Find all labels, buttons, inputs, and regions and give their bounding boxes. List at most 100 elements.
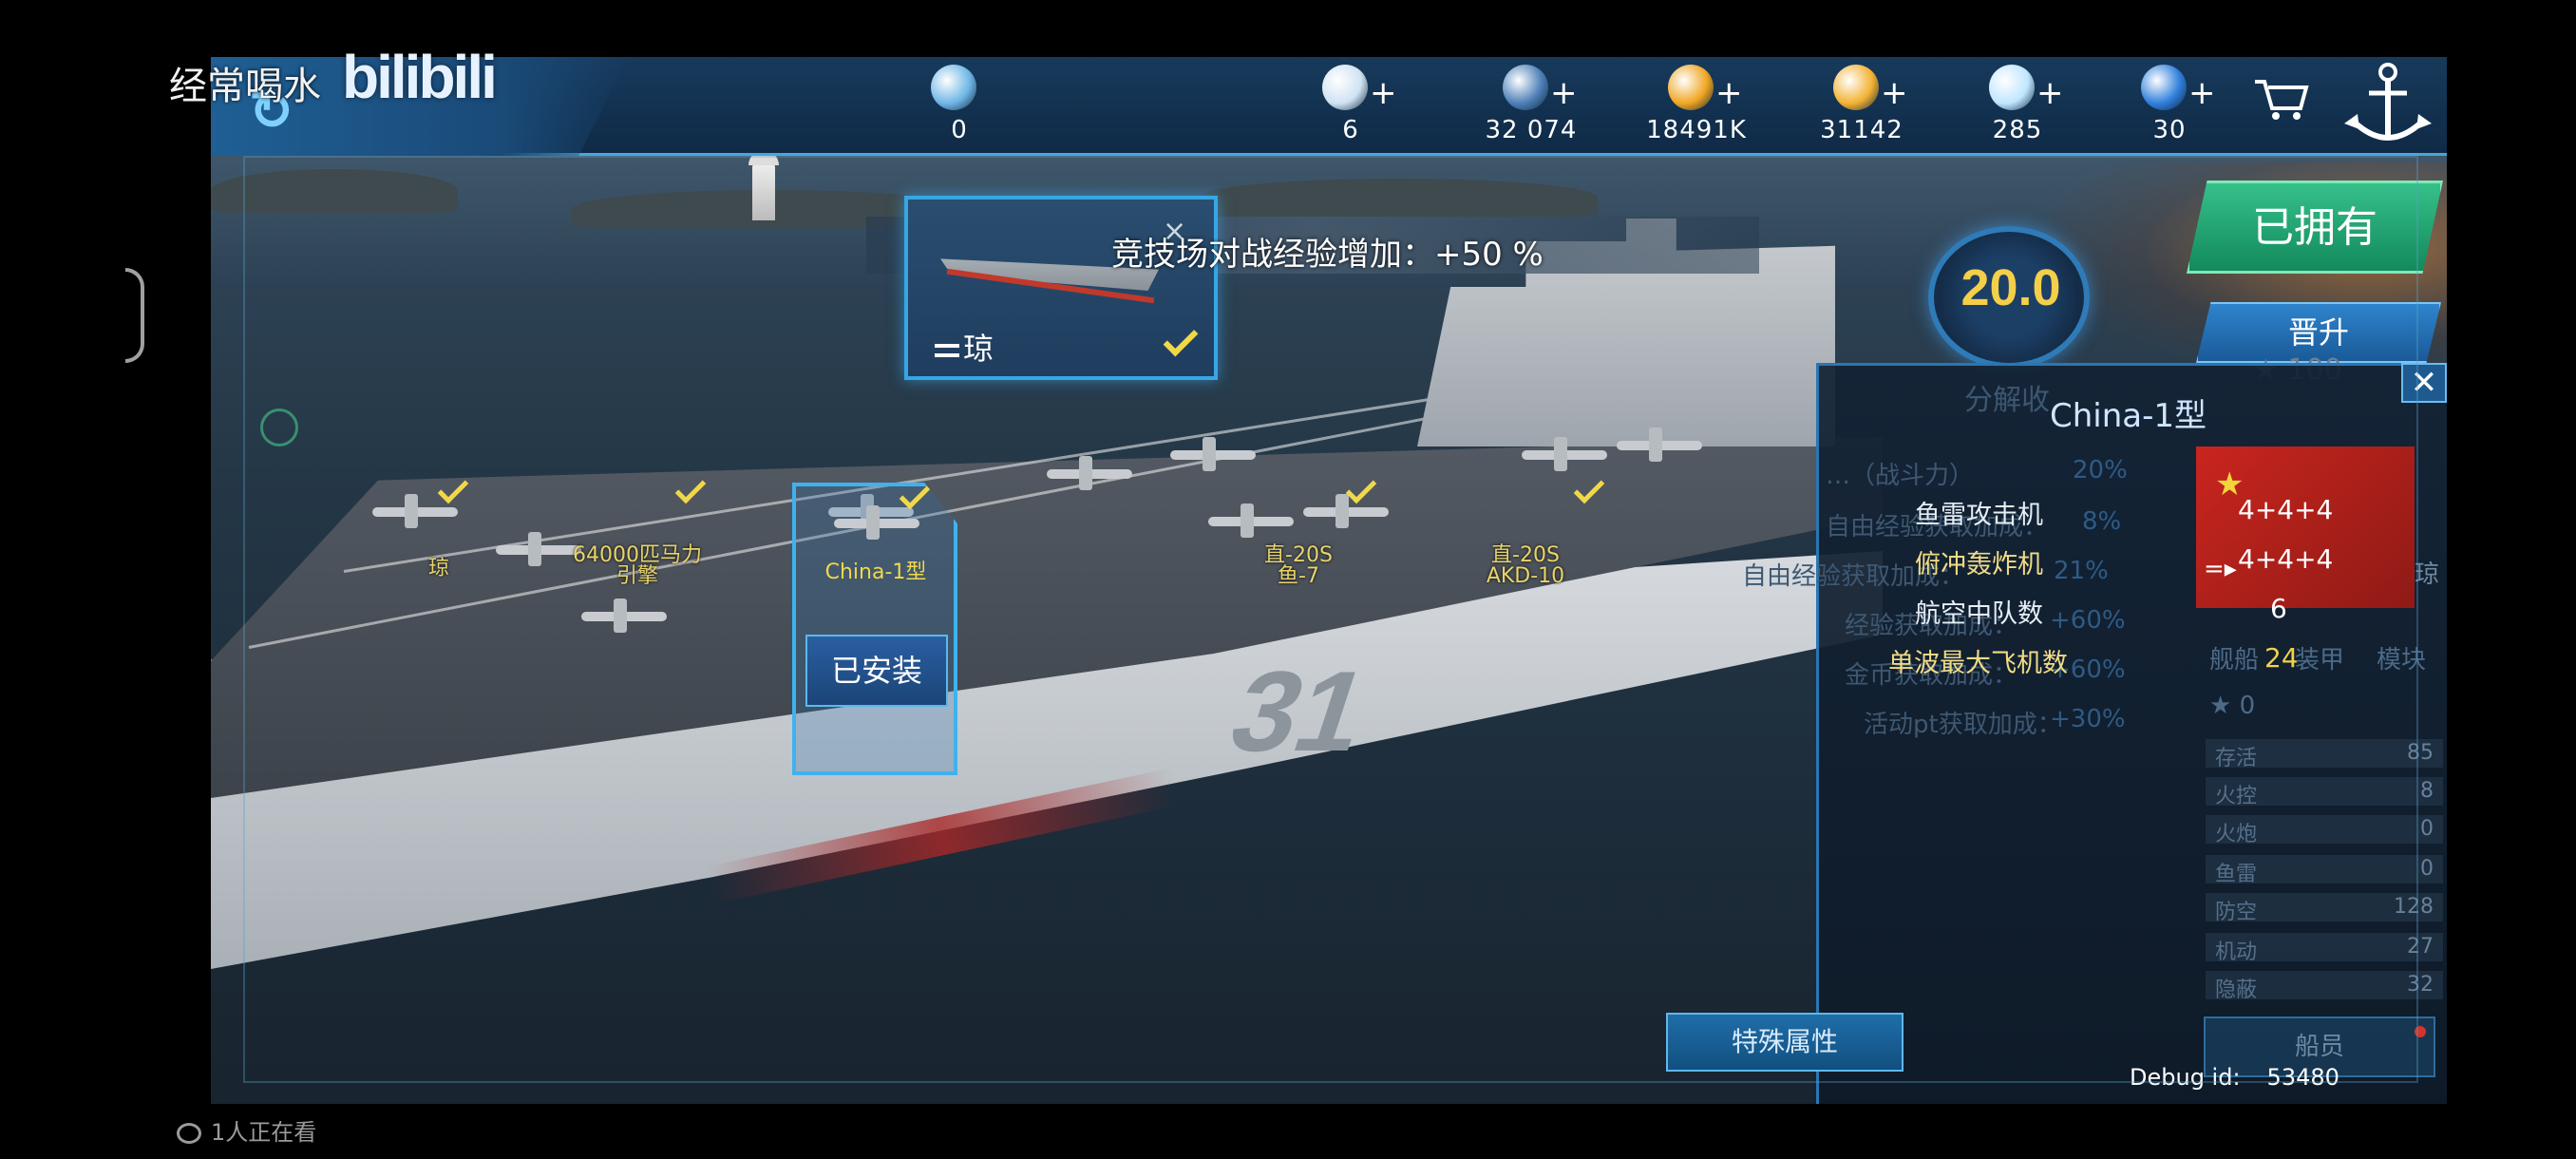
tab-armor[interactable]: 装甲 — [2295, 640, 2344, 675]
panel-background-title: 分解收 — [1964, 384, 2050, 417]
attribute-label-dive-bomber: 俯冲轰炸机 — [1915, 550, 2043, 580]
resource-value: 31142 — [1820, 116, 1904, 144]
attribute-label-squadrons: 航空中队数 — [1915, 599, 2043, 629]
resource-card[interactable]: +32 074 — [1455, 63, 1607, 154]
resource-blue-gem[interactable]: +30 — [2093, 63, 2245, 154]
ghost-attribute-value: 8% — [2082, 507, 2122, 536]
aircraft-icon — [1208, 504, 1294, 538]
resource-rank-badge: 0 — [883, 63, 1035, 154]
ghost-attribute-value: 21% — [2054, 557, 2109, 585]
ghost-attribute-value: 20% — [2073, 456, 2128, 484]
plus-icon[interactable]: + — [1715, 74, 1743, 112]
tab-module[interactable]: 模块 — [2377, 640, 2426, 675]
panel-title: China-1型 — [2050, 397, 2207, 435]
aircraft-icon — [1303, 494, 1389, 528]
attribute-value-squadrons: 6 — [2270, 593, 2287, 624]
installed-button[interactable]: 已安装 — [805, 635, 948, 707]
selected-ship-name-text: 琼 — [963, 331, 994, 367]
stat-label: 防空 — [2215, 901, 2258, 924]
aircraft-icon — [1617, 428, 1702, 462]
ghost-attribute-label: …（战斗力） — [1826, 462, 1975, 490]
card-icon — [1503, 65, 1548, 110]
stat-label: 火控 — [2215, 785, 2258, 808]
deck-label-text: 直-20S AKD-10 — [1486, 543, 1565, 588]
resource-value: 6 — [1342, 116, 1359, 144]
stat-value: 128 — [2394, 895, 2434, 919]
debug-value: 53480 — [2266, 1064, 2339, 1091]
attribute-value-torpedo-bomber: 4+4+4 — [2238, 494, 2334, 525]
background-island — [211, 169, 458, 213]
viewer-count-text: 1人正在看 — [211, 1119, 317, 1146]
deck-label-ship[interactable]: 琼 — [410, 559, 467, 580]
close-icon[interactable]: ✕ — [2401, 363, 2447, 403]
stat-value: 0 — [2420, 817, 2434, 841]
aircraft-icon — [834, 505, 919, 540]
rank-badge-icon — [931, 65, 976, 110]
special-attributes-button[interactable]: 特殊属性 — [1666, 1013, 1904, 1072]
resource-heart[interactable]: +6 — [1275, 63, 1427, 154]
stat-label: 火炮 — [2215, 823, 2258, 846]
selected-ship-name: 琼 — [935, 325, 994, 369]
deck-label-helicopter-1[interactable]: 直-20S 鱼-7 — [1246, 545, 1351, 587]
deck-label-text: 64000匹马力 引擎 — [573, 543, 702, 588]
aircraft-icon — [581, 598, 724, 633]
flag-ship-class-tag: =▸ — [2204, 555, 2237, 583]
aircraft-slot-selected[interactable] — [792, 483, 957, 775]
target-icon[interactable] — [260, 408, 298, 446]
side-drawer-handle[interactable] — [125, 268, 144, 363]
aircraft-icon — [1170, 437, 1256, 471]
viewer-icon — [177, 1123, 201, 1144]
lighthouse — [748, 150, 779, 220]
stat-label: 机动 — [2215, 940, 2258, 964]
plus-icon[interactable]: + — [1550, 74, 1578, 112]
ship-flag: ★ — [2196, 446, 2415, 608]
aircraft-icon — [1047, 456, 1132, 490]
plus-icon[interactable]: + — [1370, 74, 1397, 112]
stat-value: 85 — [2407, 741, 2434, 765]
arena-bonus-text: 竞技场对战经验增加：+50 % — [1111, 236, 1544, 274]
debug-id: Debug id: 53480 — [2130, 1064, 2339, 1091]
resource-diamond[interactable]: +285 — [1941, 63, 2093, 154]
attribute-value-max-aircraft: 24 — [2264, 642, 2299, 674]
plus-icon[interactable]: + — [2188, 74, 2216, 112]
stat-value: 27 — [2407, 935, 2434, 959]
top-resource-bar: ↻ 0 +6 +32 074 +18491K +31142 +285 +30 — [211, 57, 2447, 156]
gold-coin-icon — [1668, 65, 1714, 110]
resource-value: 18491K — [1646, 116, 1747, 144]
resource-star[interactable]: +31142 — [1786, 63, 1938, 154]
flag-ship-name: 琼 — [2415, 560, 2440, 589]
attribute-label-max-aircraft: 单波最大飞机数 — [1888, 649, 2068, 678]
attribute-label-torpedo-bomber: 鱼雷攻击机 — [1915, 501, 2043, 530]
resource-value: 0 — [951, 116, 968, 144]
aircraft-icon — [1522, 437, 1607, 471]
anchor-icon[interactable] — [2339, 57, 2437, 156]
owned-badge: 已拥有 — [2187, 180, 2443, 274]
game-viewport: 31 琼 64000匹马力 引擎 直-20S 鱼-7 直-20S AKD-10 … — [211, 57, 2447, 1104]
ship-class-icon — [935, 344, 959, 357]
plus-icon[interactable]: + — [1881, 74, 1908, 112]
deck-label-engine[interactable]: 64000匹马力 引擎 — [566, 545, 709, 587]
stat-value: 8 — [2420, 779, 2434, 803]
notification-dot — [2415, 1026, 2426, 1037]
ship-level: 20.0 — [1960, 259, 2061, 316]
aircraft-slot-label: China-1型 — [824, 560, 927, 584]
stat-value: 32 — [2407, 973, 2434, 997]
attribute-value-dive-bomber: 4+4+4 — [2238, 543, 2334, 575]
resource-value: 30 — [2152, 116, 2187, 144]
stat-value: 0 — [2420, 857, 2434, 881]
background-island — [1199, 179, 1598, 217]
selected-ship-card[interactable]: × 琼 — [904, 196, 1218, 380]
blue-gem-icon — [2141, 65, 2187, 110]
plus-icon[interactable]: + — [2036, 74, 2064, 112]
deck-label-helicopter-2[interactable]: 直-20S AKD-10 — [1468, 545, 1582, 587]
tab-ship[interactable]: 舰船 — [2209, 640, 2259, 675]
heart-icon — [1322, 65, 1368, 110]
platform-logo: bilibili — [342, 43, 498, 111]
cart-icon[interactable] — [2253, 76, 2310, 124]
ghost-attribute-value: +30% — [2050, 705, 2126, 733]
resource-gold-coin[interactable]: +18491K — [1620, 63, 1772, 154]
ghost-attribute-value: +60% — [2050, 606, 2126, 635]
star-icon — [1833, 65, 1879, 110]
stat-label: 鱼雷 — [2215, 863, 2258, 886]
ghost-attribute-label: 活动pt获取加成： — [1864, 711, 2062, 739]
